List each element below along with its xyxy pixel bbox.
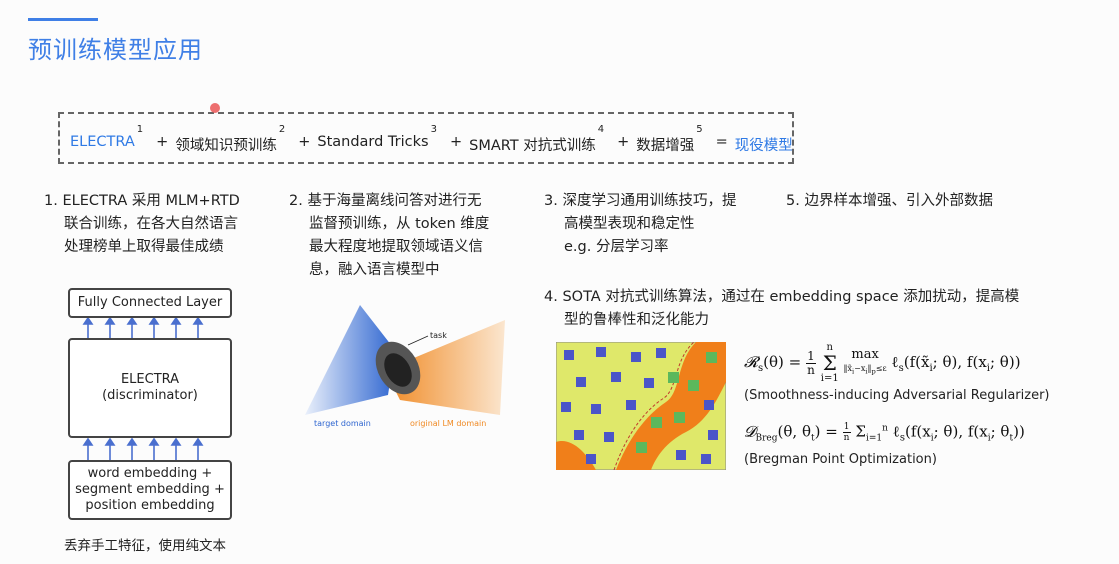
point-5: 5. 边界样本增强、引入外部数据 bbox=[786, 190, 1086, 213]
formula-item-domain-pretrain: 领域知识预训练 bbox=[175, 138, 277, 154]
point-5-line-1: 边界样本增强、引入外部数据 bbox=[804, 193, 993, 209]
point-3-num: 3. bbox=[544, 193, 558, 209]
adversarial-plot bbox=[556, 342, 726, 470]
point-3-line-1: 深度学习通用训练技巧，提 bbox=[562, 193, 737, 209]
point-4-line-1: SOTA 对抗式训练算法，通过在 embedding space 添加扰动，提高… bbox=[562, 289, 1020, 305]
point-3-line-2: 高模型表现和稳定性 bbox=[564, 216, 695, 232]
point-2-num: 2. bbox=[289, 193, 303, 209]
embedding-line-1: word embedding + bbox=[87, 466, 213, 481]
formula-result: 现役模型 bbox=[734, 138, 793, 154]
formula-item-electra: ELECTRA bbox=[70, 134, 135, 150]
upper-arrows bbox=[82, 318, 204, 338]
fc-layer-label: Fully Connected Layer bbox=[77, 295, 223, 310]
embedding-box: word embedding + segment embedding + pos… bbox=[68, 460, 232, 520]
point-1-num: 1. bbox=[44, 193, 58, 209]
point-3: 3. 深度学习通用训练技巧，提 高模型表现和稳定性 e.g. 分层学习率 bbox=[544, 190, 774, 259]
smart-caption-1: (Smoothness-inducing Adversarial Regular… bbox=[744, 388, 1050, 403]
original-lm-domain-label: original LM domain bbox=[410, 419, 486, 428]
point-1-line-2: 联合训练，在各大自然语言 bbox=[64, 216, 238, 232]
formula-sup-4: 4 bbox=[597, 124, 605, 135]
point-2-line-3: 最大程度地提取领域语义信 bbox=[309, 239, 483, 255]
formula-row: ELECTRA 1 + 领域知识预训练 2 + Standard Tricks 3 +… bbox=[70, 124, 793, 155]
formula-item-smart: SMART 对抗式训练 bbox=[469, 138, 596, 154]
point-2: 2. 基于海量离线问答对进行无 监督预训练，从 token 维度 最大程度地提取… bbox=[289, 190, 519, 282]
fc-layer-box: Fully Connected Layer bbox=[68, 288, 232, 318]
discriminator-label: (discriminator) bbox=[102, 388, 198, 403]
electra-discriminator-box: ELECTRA (discriminator) bbox=[68, 338, 232, 438]
formula-sup-3: 3 bbox=[430, 124, 437, 135]
point-1-line-1: ELECTRA 采用 MLM+RTD bbox=[62, 193, 240, 209]
lower-arrows bbox=[82, 438, 204, 460]
point-2-line-1: 基于海量离线问答对进行无 bbox=[307, 193, 482, 209]
plus-sign: + bbox=[617, 134, 630, 150]
slide-title: 预训练模型应用 bbox=[28, 36, 203, 64]
smart-caption-2: (Bregman Point Optimization) bbox=[744, 452, 937, 467]
point-3-line-3: e.g. 分层学习率 bbox=[564, 239, 669, 255]
plus-sign: + bbox=[156, 134, 169, 150]
formula-sup-2: 2 bbox=[278, 124, 286, 135]
embedding-line-3: position embedding bbox=[85, 498, 215, 513]
formula-sup-5: 5 bbox=[696, 124, 703, 135]
formula-item-standard-tricks: Standard Tricks bbox=[317, 134, 429, 150]
title-accent-bar bbox=[28, 18, 98, 21]
formula-item-data-augment: 数据增强 bbox=[636, 138, 695, 154]
pointer-cursor-icon bbox=[210, 103, 220, 113]
equals-sign: = bbox=[715, 134, 728, 150]
point-1: 1. ELECTRA 采用 MLM+RTD 联合训练，在各大自然语言 处理榜单上… bbox=[44, 190, 274, 259]
electra-caption: 丢弃手工特征，使用纯文本 bbox=[64, 538, 226, 554]
plus-sign: + bbox=[449, 134, 463, 150]
smart-formula-1: 𝓡s(θ) = 1n n Σi=1 max ‖x̃i−xi‖p≤ε ℓs(f(x̃i… bbox=[744, 342, 1021, 384]
plus-sign: + bbox=[298, 134, 311, 150]
smart-formula-2: 𝓓Breg(θ, θt) = 1n Σi=1n ℓs(f(xi; θ), f(x… bbox=[744, 422, 1025, 444]
task-label: task bbox=[430, 331, 447, 340]
point-2-line-4: 息，融入语言模型中 bbox=[309, 262, 440, 278]
electra-label: ELECTRA bbox=[120, 372, 180, 387]
point-5-num: 5. bbox=[786, 193, 800, 209]
point-4-num: 4. bbox=[544, 289, 558, 305]
point-2-line-2: 监督预训练，从 token 维度 bbox=[309, 216, 490, 232]
target-domain-label: target domain bbox=[314, 419, 371, 428]
domain-figure: task target domain original LM domain bbox=[305, 305, 505, 428]
formula-sup-1: 1 bbox=[136, 124, 144, 135]
point-4-line-2: 型的鲁棒性和泛化能力 bbox=[564, 312, 709, 328]
embedding-line-2: segment embedding + bbox=[75, 482, 225, 497]
point-1-line-3: 处理榜单上取得最佳成绩 bbox=[64, 239, 224, 255]
point-4: 4. SOTA 对抗式训练算法，通过在 embedding space 添加扰动… bbox=[544, 286, 1084, 332]
task-pointer bbox=[407, 335, 429, 346]
